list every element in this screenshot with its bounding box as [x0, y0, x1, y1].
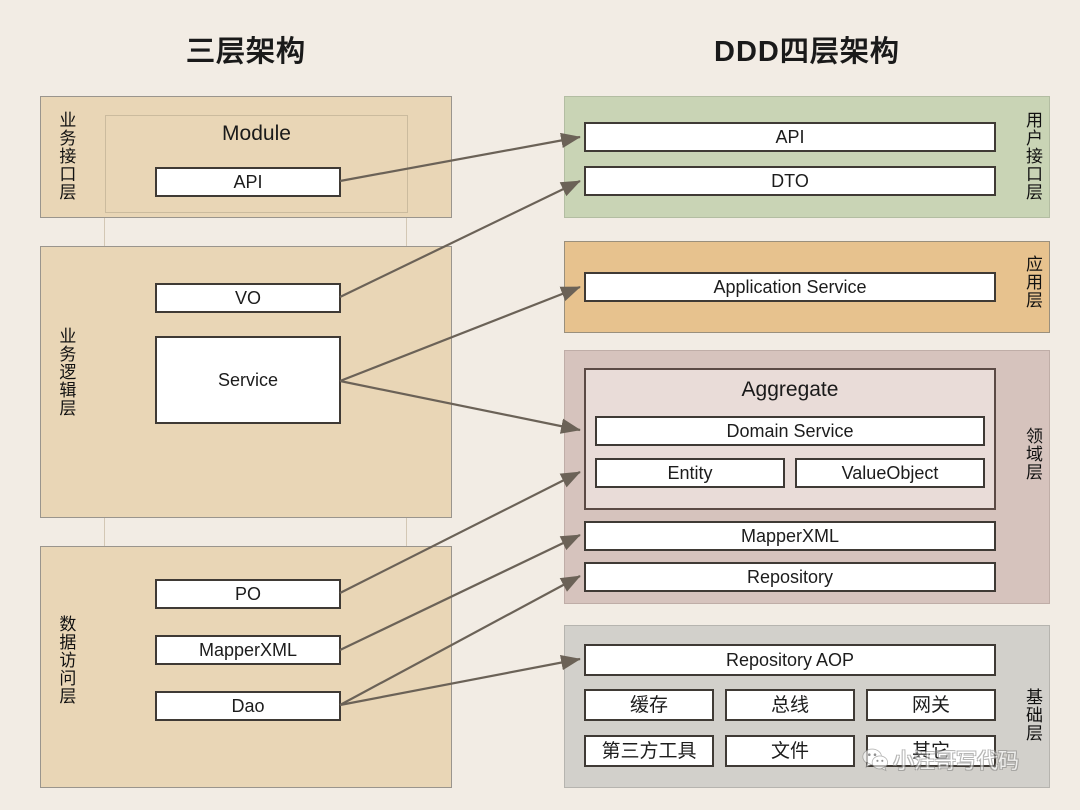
cell-application-service[interactable]: Application Service — [584, 272, 996, 302]
diagram-canvas: 三层架构 DDD四层架构 业务接口层 Module API 业务逻辑层 VO S… — [0, 0, 1080, 810]
ddd-layer-2-label: 应用层 — [1023, 255, 1042, 309]
cell-po[interactable]: PO — [155, 579, 341, 609]
tier-business-logic-layer[interactable]: 业务逻辑层 VO Service — [40, 246, 452, 518]
cell-dto[interactable]: DTO — [584, 166, 996, 196]
cell-bus[interactable]: 总线 — [725, 689, 855, 721]
cell-dao[interactable]: Dao — [155, 691, 341, 721]
ddd-layer-4-label: 基础层 — [1023, 688, 1042, 742]
ddd-domain-layer[interactable]: 领域层 Aggregate Domain Service Entity Valu… — [564, 350, 1050, 604]
ddd-application-layer[interactable]: 应用层 Application Service — [564, 241, 1050, 333]
cell-gateway[interactable]: 网关 — [866, 689, 996, 721]
tier-1-label: 业务接口层 — [56, 111, 76, 201]
tier-data-access-layer[interactable]: 数据访问层 PO MapperXML Dao — [40, 546, 452, 788]
cell-repository-aop[interactable]: Repository AOP — [584, 644, 996, 676]
tier-2-label: 业务逻辑层 — [56, 327, 76, 417]
cell-mapperxml-3tier[interactable]: MapperXML — [155, 635, 341, 665]
cell-file[interactable]: 文件 — [725, 735, 855, 767]
tier-business-interface-layer[interactable]: 业务接口层 Module API — [40, 96, 452, 218]
tier-3-label: 数据访问层 — [56, 615, 76, 705]
aggregate-title: Aggregate — [741, 378, 839, 401]
cell-vo[interactable]: VO — [155, 283, 341, 313]
ddd-layer-1-label: 用户接口层 — [1023, 111, 1042, 201]
cell-mapperxml-ddd[interactable]: MapperXML — [584, 521, 996, 551]
cell-entity[interactable]: Entity — [595, 458, 785, 488]
cell-api-3tier[interactable]: API — [155, 167, 341, 197]
left-diagram-title: 三层架构 — [186, 36, 307, 68]
right-diagram-title: DDD四层架构 — [714, 36, 900, 68]
ddd-user-interface-layer[interactable]: 用户接口层 API DTO — [564, 96, 1050, 218]
cell-service[interactable]: Service — [155, 336, 341, 424]
cell-api-ddd[interactable]: API — [584, 122, 996, 152]
watermark: 小汪哥写代码 — [862, 745, 1019, 775]
watermark-text: 小汪哥写代码 — [893, 750, 1019, 773]
ddd-layer-3-label: 领域层 — [1023, 427, 1042, 481]
wechat-icon — [862, 748, 888, 772]
cell-valueobject[interactable]: ValueObject — [795, 458, 985, 488]
cell-repository[interactable]: Repository — [584, 562, 996, 592]
module-group-title: Module — [222, 122, 291, 145]
cell-cache[interactable]: 缓存 — [584, 689, 714, 721]
cell-third-party-tools[interactable]: 第三方工具 — [584, 735, 714, 767]
cell-domain-service[interactable]: Domain Service — [595, 416, 985, 446]
